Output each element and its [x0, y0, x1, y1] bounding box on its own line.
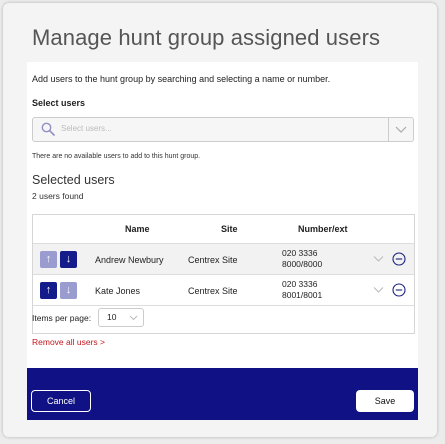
move-up-button[interactable]: ↑	[40, 251, 57, 268]
user-name: Kate Jones	[95, 286, 141, 296]
user-site: Centrex Site	[188, 255, 238, 265]
save-button[interactable]: Save	[356, 390, 414, 412]
chevron-down-icon[interactable]	[395, 124, 407, 134]
chevron-down-icon[interactable]	[373, 286, 384, 294]
selected-users-heading: Selected users	[32, 173, 115, 187]
no-available-users-text: There are no available users to add to t…	[32, 153, 201, 160]
column-header-number: Number/ext	[298, 224, 348, 234]
column-header-site: Site	[221, 224, 238, 234]
user-number-line2: 8000/8000	[282, 259, 323, 269]
user-number-line2: 8001/8001	[282, 290, 323, 300]
user-number: 020 3336 8001/8001	[282, 279, 322, 301]
search-icon	[41, 122, 55, 136]
manage-hunt-group-dialog: Manage hunt group assigned users Add use…	[3, 3, 437, 437]
select-users-label: Select users	[32, 98, 86, 108]
move-up-button[interactable]: ↑	[40, 282, 57, 299]
user-number-line1: 020 3336	[282, 279, 318, 289]
user-site: Centrex Site	[188, 286, 238, 296]
chevron-down-icon	[129, 315, 138, 321]
user-name: Andrew Newbury	[95, 255, 164, 265]
users-found-count: 2 users found	[32, 191, 84, 201]
table-header: Name Site Number/ext	[33, 215, 414, 244]
items-per-page-value: 10	[107, 312, 117, 322]
items-per-page-label: Items per page:	[32, 313, 92, 323]
user-number: 020 3336 8000/8000	[282, 248, 322, 270]
column-header-name: Name	[125, 224, 150, 234]
dialog-title: Manage hunt group assigned users	[32, 25, 381, 50]
remove-all-users-link[interactable]: Remove all users >	[32, 337, 105, 347]
items-per-page-select[interactable]: 10	[98, 308, 144, 327]
table-row: ↑ ↓ Andrew Newbury Centrex Site 020 3336…	[33, 244, 414, 275]
dialog-footer: Cancel Save	[27, 368, 418, 420]
select-users-input[interactable]: Select users...	[32, 117, 414, 142]
user-number-line1: 020 3336	[282, 248, 318, 258]
remove-user-icon[interactable]	[392, 252, 406, 266]
search-divider	[388, 118, 389, 141]
intro-text: Add users to the hunt group by searching…	[32, 74, 331, 84]
table-row: ↑ ↓ Kate Jones Centrex Site 020 3336 800…	[33, 275, 414, 306]
move-down-button[interactable]: ↓	[60, 251, 77, 268]
move-down-button[interactable]: ↓	[60, 282, 77, 299]
remove-user-icon[interactable]	[392, 283, 406, 297]
dialog-content: Add users to the hunt group by searching…	[27, 62, 418, 368]
chevron-down-icon[interactable]	[373, 255, 384, 263]
cancel-button[interactable]: Cancel	[31, 390, 91, 412]
search-placeholder: Select users...	[61, 124, 112, 133]
